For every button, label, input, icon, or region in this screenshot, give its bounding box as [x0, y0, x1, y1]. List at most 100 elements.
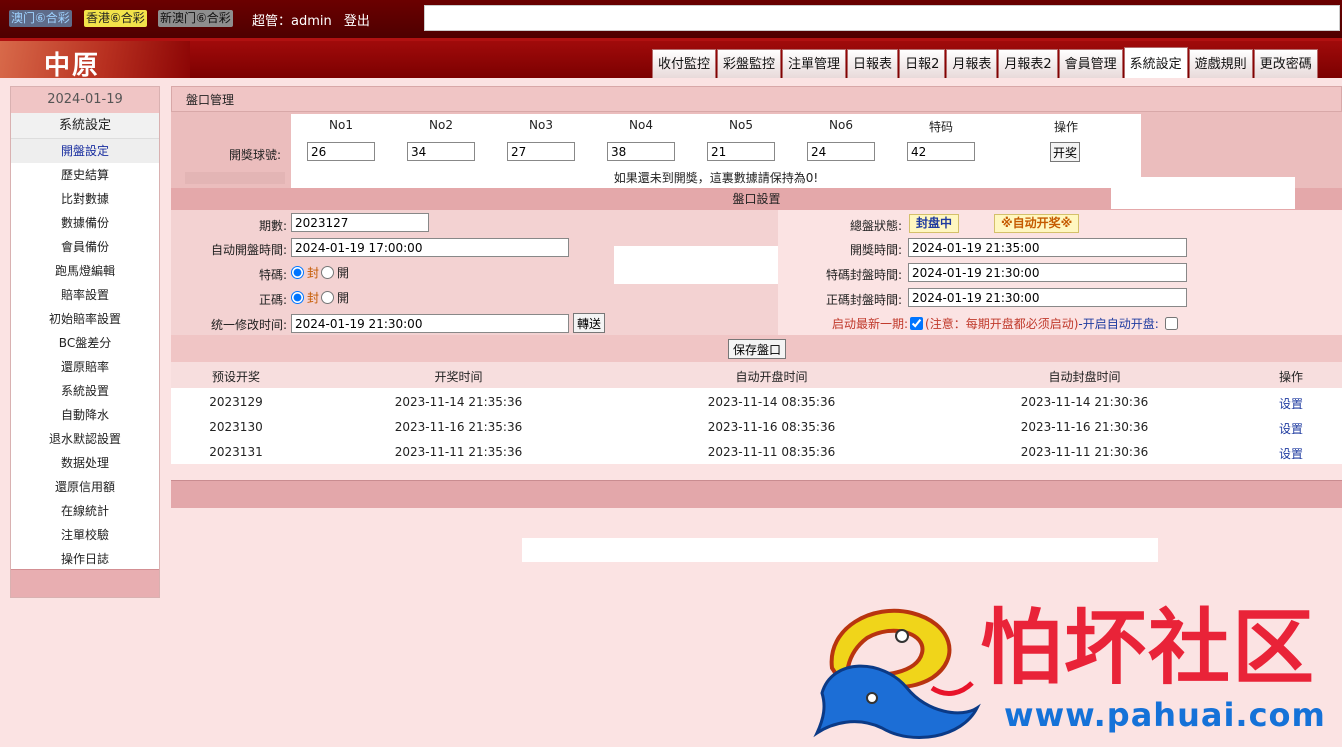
tab-monthly-report[interactable]: 月報表 — [946, 49, 998, 78]
header-no3: No3 — [529, 118, 553, 132]
tab-monthly-report-2[interactable]: 月報表2 — [998, 49, 1058, 78]
tab-change-password[interactable]: 更改密碼 — [1253, 49, 1318, 78]
logo: 中原 — [0, 41, 190, 81]
auto-open-draw-label: -开启自动开盘: — [1078, 317, 1159, 331]
lottery-hongkong[interactable]: 香港⑥合彩 — [84, 10, 147, 27]
row-open-time: 2023-11-11 08:35:36 — [707, 445, 836, 459]
main-panel: 盤口管理 開獎球號: No1 No2 No3 No4 No5 No6 特码 操作… — [171, 86, 1342, 508]
ball-no3-input[interactable] — [507, 142, 575, 161]
ball-no5-input[interactable] — [707, 142, 775, 161]
sidebar-item-auto-rebate[interactable]: 自動降水 — [11, 403, 159, 427]
tab-daily-report-2[interactable]: 日報2 — [899, 49, 946, 78]
send-button[interactable]: 轉送 — [573, 313, 606, 333]
row-period: 2023130 — [209, 420, 263, 434]
ball-no6-input[interactable] — [807, 142, 875, 161]
setup-form-left: 期數: 自动開盤時間: 特碼: 封 開 正碼: 封 開 统一修改时间: 轉送 — [171, 210, 798, 335]
normal-open-label: 開 — [337, 291, 350, 305]
logout-link[interactable]: 登出 — [344, 14, 370, 29]
period-label: 期數: — [258, 219, 287, 233]
ball-no4-input[interactable] — [607, 142, 675, 161]
sidebar-item-open-settings[interactable]: 開盤設定 — [11, 139, 159, 163]
row-set-link[interactable]: 设置 — [1261, 445, 1321, 462]
ball-no2-input[interactable] — [407, 142, 475, 161]
tab-system-settings[interactable]: 系統設定 — [1123, 47, 1188, 78]
tab-lottery-monitor[interactable]: 彩盤監控 — [717, 49, 782, 78]
table-row: 2023129 2023-11-14 21:35:36 2023-11-14 0… — [171, 389, 1342, 414]
special-closed-radio[interactable] — [291, 266, 304, 279]
special-open-label: 開 — [337, 266, 350, 280]
sidebar-item-restore-credit[interactable]: 還原信用額 — [11, 475, 159, 499]
sidebar-item-initial-odds[interactable]: 初始賠率設置 — [11, 307, 159, 331]
header-no6: No6 — [829, 118, 853, 132]
sidebar-item-bc-spread[interactable]: BC盤差分 — [11, 331, 159, 355]
special-close-input[interactable] — [908, 263, 1187, 282]
user-info: 超管：admin 登出 — [252, 10, 370, 29]
lottery-new-macau[interactable]: 新澳门⑥合彩 — [158, 10, 233, 27]
ball-special-input[interactable] — [907, 142, 975, 161]
floating-blank-bar — [522, 538, 1158, 562]
unified-time-label: 统一修改时间: — [210, 318, 287, 332]
header-no2: No2 — [429, 118, 453, 132]
lottery-macau[interactable]: 澳门⑥合彩 — [9, 10, 72, 27]
auto-open-input[interactable] — [291, 238, 569, 257]
normal-status-radios: 封 開 — [291, 289, 349, 306]
watermark-url: www.pahuai.com — [1004, 696, 1326, 734]
auto-open-draw-checkbox[interactable] — [1164, 317, 1178, 330]
draw-time-input[interactable] — [908, 238, 1187, 257]
tab-member-management[interactable]: 會員管理 — [1058, 49, 1123, 78]
sidebar-item-rebate-default[interactable]: 退水默認設置 — [11, 427, 159, 451]
top-search-box[interactable] — [424, 5, 1340, 31]
tab-game-rules[interactable]: 遊戲規則 — [1188, 49, 1253, 78]
sidebar-item-odds-settings[interactable]: 賠率設置 — [11, 283, 159, 307]
draw-blank-bar — [185, 172, 285, 184]
sidebar-item-data-backup[interactable]: 數據備份 — [11, 211, 159, 235]
sidebar-item-bet-verify[interactable]: 注單校驗 — [11, 523, 159, 547]
draw-numbers-grid: No1 No2 No3 No4 No5 No6 特码 操作 开奖 如果還未到開獎… — [291, 114, 1141, 188]
sidebar-item-compare-data[interactable]: 比對數據 — [11, 187, 159, 211]
unified-time-input[interactable] — [291, 314, 569, 333]
save-button[interactable]: 保存盤口 — [728, 339, 786, 359]
row-close-time: 2023-11-16 21:30:36 — [1020, 420, 1149, 434]
row-open-time: 2023-11-14 08:35:36 — [707, 395, 836, 409]
header-no1: No1 — [329, 118, 353, 132]
auto-latest-note: (注意：每期开盘都必须启动) — [925, 317, 1079, 331]
row-set-link[interactable]: 设置 — [1261, 395, 1321, 412]
normal-close-input[interactable] — [908, 288, 1187, 307]
normal-closed-radio[interactable] — [291, 291, 304, 304]
header-operation: 操作 — [1053, 120, 1078, 134]
setup-blank-area — [614, 246, 798, 284]
sidebar-footer — [11, 569, 159, 597]
tab-payment-monitor[interactable]: 收付監控 — [652, 49, 717, 78]
status-auto-draw-badge[interactable]: ※自动开奖※ — [994, 214, 1080, 233]
sidebar-item-history-settlement[interactable]: 歷史結算 — [11, 163, 159, 187]
overall-status-label: 總盤狀態: — [849, 219, 902, 233]
brand-bar: 中原 收付監控 彩盤監控 注單管理 日報表 日報2 月報表 月報表2 會員管理 … — [0, 38, 1342, 81]
setup-blank-box — [1111, 177, 1295, 209]
watermark-title: 怕坏社区 — [980, 600, 1317, 696]
sidebar-item-marquee-edit[interactable]: 跑馬燈編輯 — [11, 259, 159, 283]
sidebar-item-data-processing[interactable]: 数据处理 — [11, 451, 159, 475]
row-draw-time: 2023-11-16 21:35:36 — [394, 420, 523, 434]
sidebar-item-system-settings[interactable]: 系統設置 — [11, 379, 159, 403]
logo-text: 中原 — [44, 51, 101, 81]
status-closed-badge[interactable]: 封盘中 — [909, 214, 960, 233]
tab-daily-report[interactable]: 日報表 — [847, 49, 899, 78]
ball-no1-input[interactable] — [307, 142, 375, 161]
sidebar-item-operation-log[interactable]: 操作日誌 — [11, 547, 159, 571]
main-footer-bar — [171, 480, 1342, 508]
period-input[interactable] — [291, 213, 429, 232]
auto-latest-checkbox[interactable] — [910, 317, 924, 330]
draw-button[interactable]: 开奖 — [1050, 142, 1080, 162]
table-row: 2023131 2023-11-11 21:35:36 2023-11-11 0… — [171, 439, 1342, 464]
sidebar-item-member-backup[interactable]: 會員備份 — [11, 235, 159, 259]
col-auto-open-time: 自动开盘时间 — [735, 370, 808, 384]
special-open-radio[interactable] — [321, 266, 335, 279]
normal-open-radio[interactable] — [321, 291, 335, 304]
watermark: 怕坏社区 www.pahuai.com — [812, 598, 1342, 747]
col-preset-draw: 预设开奖 — [211, 370, 260, 384]
sidebar-item-online-stats[interactable]: 在線統計 — [11, 499, 159, 523]
sidebar-item-restore-odds[interactable]: 還原賠率 — [11, 355, 159, 379]
row-open-time: 2023-11-16 08:35:36 — [707, 420, 836, 434]
row-set-link[interactable]: 设置 — [1261, 420, 1321, 437]
tab-bet-management[interactable]: 注單管理 — [782, 49, 847, 78]
